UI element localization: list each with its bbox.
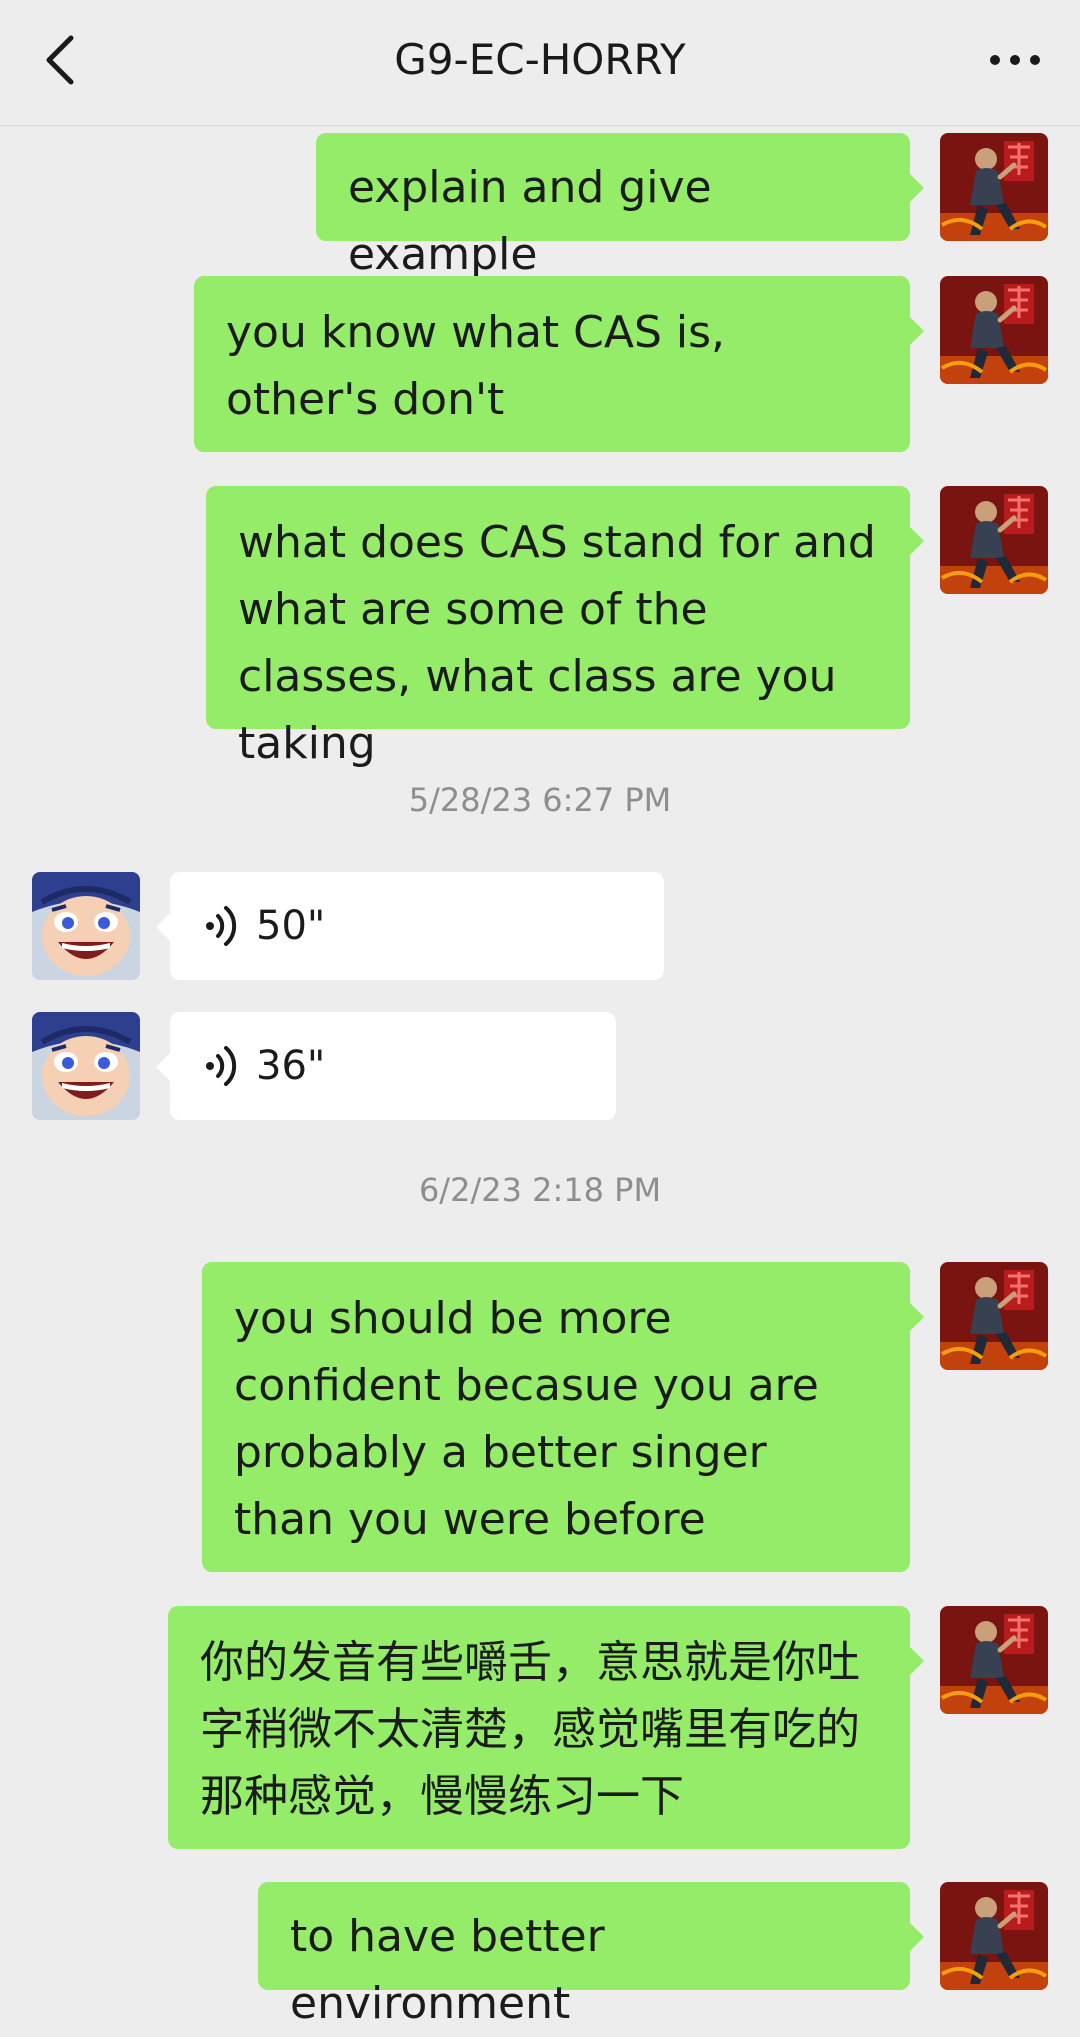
message-bubble-outgoing[interactable]: to have better environment — [258, 1882, 924, 2029]
message-timestamp: 5/28/23 6:27 PM — [408, 781, 672, 819]
message-bubble-outgoing[interactable]: explain and give example — [316, 133, 924, 280]
message-text: 你的发音有些嚼舌，意思就是你吐字稍微不太清楚，感觉嘴里有吃的那种感觉，慢慢练习一… — [200, 1637, 860, 1822]
contact-avatar[interactable] — [32, 872, 140, 980]
user-avatar[interactable] — [940, 133, 1048, 241]
message-bubble-outgoing[interactable]: you know what CAS is, other's don't — [194, 276, 924, 452]
contact-avatar[interactable] — [32, 1012, 140, 1120]
user-avatar[interactable] — [940, 1606, 1048, 1714]
message-text: explain and give example — [348, 162, 712, 280]
voice-message-bubble[interactable]: 50" — [156, 872, 664, 980]
voice-wave-icon — [206, 1046, 237, 1086]
message-bubble-outgoing[interactable]: 你的发音有些嚼舌，意思就是你吐字稍微不太清楚，感觉嘴里有吃的那种感觉，慢慢练习一… — [168, 1606, 924, 1849]
message-list[interactable]: explain and give example you know what C… — [0, 126, 1080, 2029]
user-avatar[interactable] — [940, 486, 1048, 594]
message-text: you should be more confident becasue you… — [234, 1293, 819, 1545]
message-bubble-outgoing[interactable]: you should be more confident becasue you… — [202, 1262, 924, 1572]
message-text: what does CAS stand for and what are som… — [238, 517, 876, 769]
message-timestamp: 6/2/23 2:18 PM — [418, 1171, 662, 1209]
message-text: to have better environment — [290, 1911, 605, 2029]
user-avatar[interactable] — [940, 1262, 1048, 1370]
user-avatar[interactable] — [940, 1882, 1048, 1990]
voice-wave-icon — [206, 906, 237, 946]
more-dots-icon — [990, 55, 1040, 65]
voice-message-bubble[interactable]: 36" — [156, 1012, 616, 1120]
chat-title: G9-EC-HORRY — [394, 35, 686, 84]
more-options-button[interactable] — [980, 30, 1050, 90]
message-text: you know what CAS is, other's don't — [226, 307, 726, 425]
voice-duration: 50" — [256, 902, 326, 949]
chat-header: G9-EC-HORRY — [0, 0, 1080, 126]
user-avatar[interactable] — [940, 276, 1048, 384]
message-bubble-outgoing[interactable]: what does CAS stand for and what are som… — [206, 486, 924, 769]
voice-duration: 36" — [256, 1042, 326, 1089]
